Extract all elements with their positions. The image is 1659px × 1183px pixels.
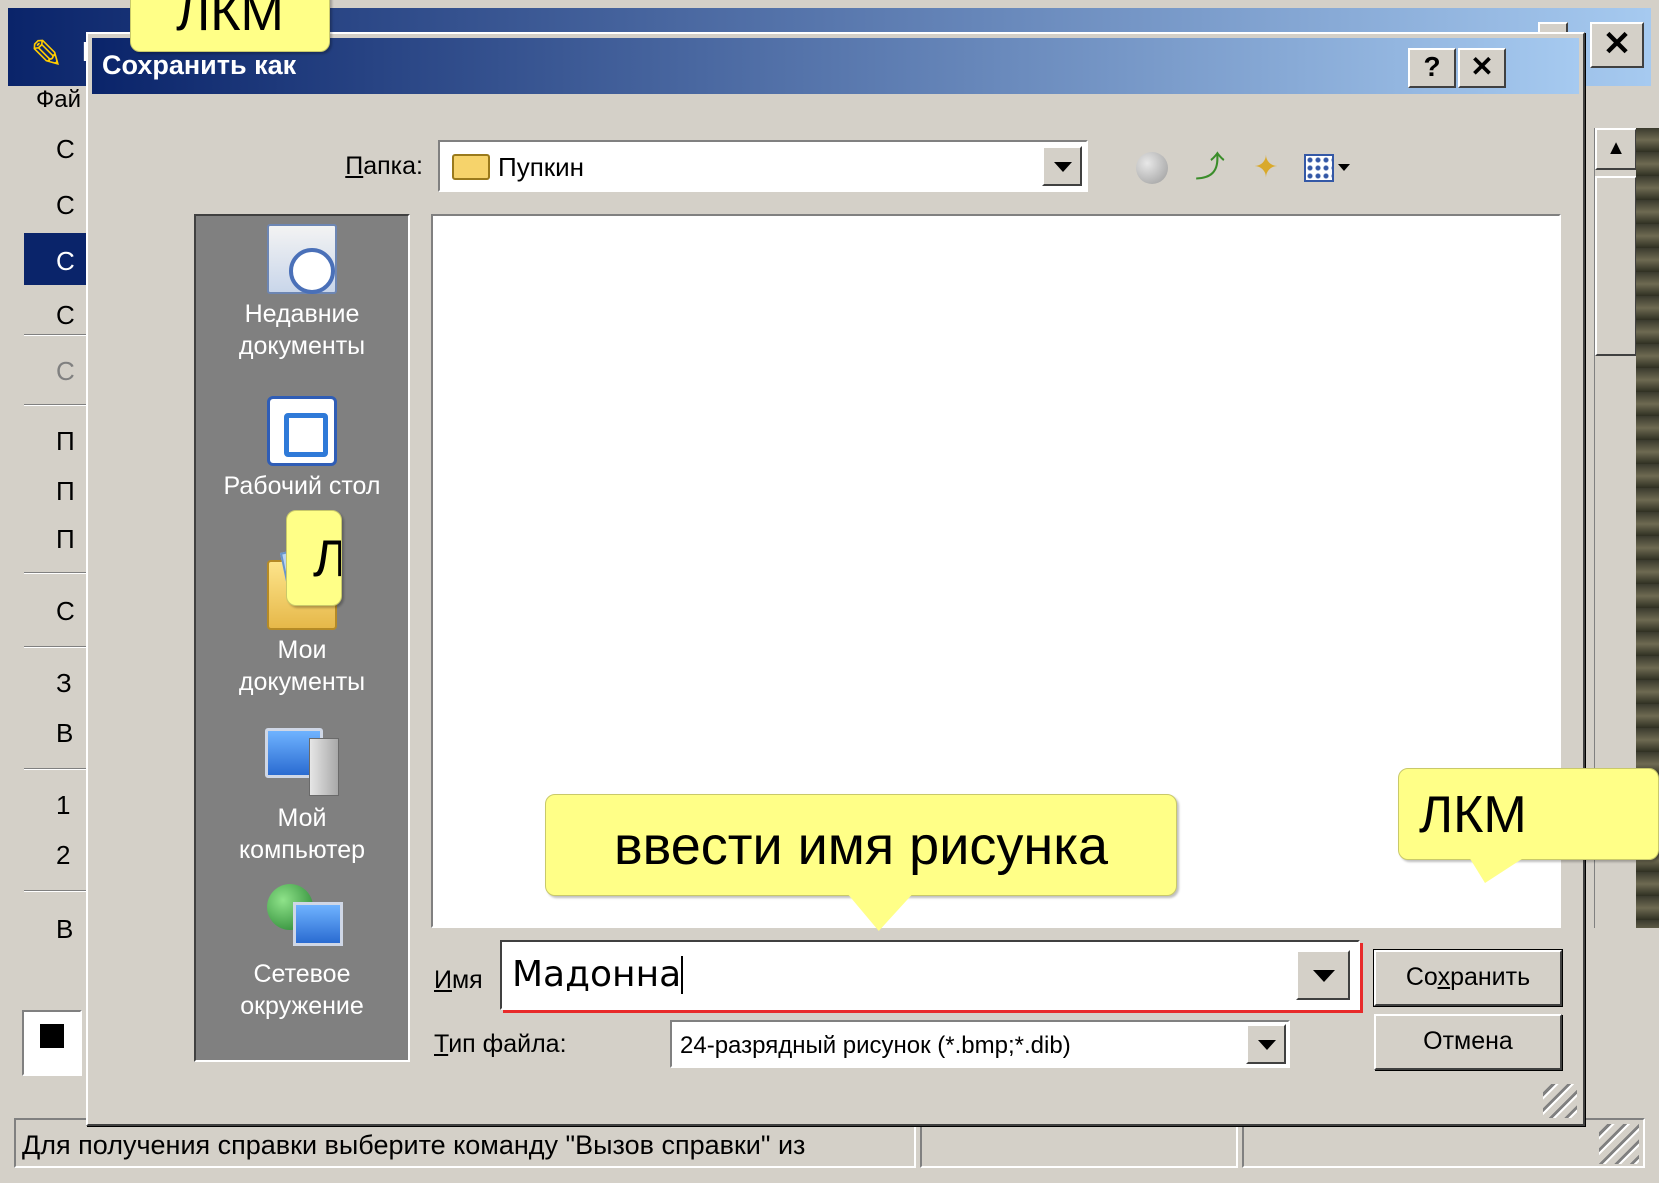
filename-value-wrapper: Мадонна [512,954,684,995]
desktop-icon [267,396,337,466]
callout-lkm-right: ЛКМ [1398,768,1659,883]
chevron-down-icon[interactable] [1246,1024,1286,1064]
folder-label-rest: апка: [363,152,423,180]
filename-label-rest: мя [451,966,483,994]
up-folder-icon: ⤴ [1195,151,1225,184]
file-menu-item[interactable]: В [56,718,73,749]
menu-separator [24,404,94,406]
folder-label-accel: П [345,152,364,180]
file-menu-item[interactable]: С [56,246,75,277]
filename-value: Мадонна [512,954,682,995]
filename-label-accel: И [434,966,452,994]
file-menu-item[interactable]: П [56,426,75,457]
filename-input[interactable]: Мадонна [500,940,1360,1010]
back-icon [1136,152,1168,184]
place-label: Сетевое окружение [240,960,364,1020]
place-desktop[interactable]: Рабочий стол [196,396,408,502]
file-menu-item[interactable]: С [56,190,75,221]
filename-label: Имя [434,966,483,995]
new-folder-button[interactable]: ✦ [1242,144,1290,192]
up-folder-button[interactable]: ⤴ [1186,144,1234,192]
folder-value: Пупкин [498,152,585,182]
filetype-value: 24-разрядный рисунок (*.bmp;*.dib) [680,1032,1071,1059]
scroll-up-button[interactable]: ▲ [1595,128,1637,170]
file-menu-item[interactable]: С [56,300,75,331]
back-button[interactable] [1128,144,1176,192]
save-label-a: Со [1405,963,1438,991]
scroll-thumb[interactable] [1595,176,1637,356]
menu-separator [24,334,94,336]
dialog-title: Сохранить как [102,50,297,80]
close-button[interactable]: ✕ [1458,48,1506,88]
callout-lkm-top: ЛКМ [130,0,330,52]
callout-lkm-left: Л [286,510,342,606]
filetype-select[interactable]: 24-разрядный рисунок (*.bmp;*.dib) [670,1020,1290,1068]
views-menu-icon [1304,154,1334,182]
places-bar: Недавние документы Рабочий стол Мои доку… [194,214,410,1062]
text-caret [681,956,684,994]
place-my-computer[interactable]: Мой компьютер [196,728,408,866]
help-button[interactable]: ? [1408,48,1456,88]
callout-text: ЛКМ [176,0,284,42]
callout-text: Л [313,530,341,588]
cancel-button[interactable]: Отмена [1374,1014,1562,1070]
folder-select[interactable]: Пупкин [438,140,1088,192]
callout-text: ЛКМ [1419,786,1527,844]
save-label-b: ранить [1450,963,1531,991]
folder-icon [452,154,490,180]
menu-separator [24,768,94,770]
place-label: Недавние документы [238,300,366,360]
file-menu-item[interactable]: З [56,668,72,699]
foreground-color[interactable] [38,1022,66,1050]
chevron-down-icon [1338,164,1350,171]
file-menu-item[interactable]: П [56,476,75,507]
menu-separator [24,646,94,648]
file-menu-item[interactable]: С [56,356,75,387]
filetype-label-rest: ип файла: [448,1030,567,1058]
new-folder-icon: ✦ [1253,151,1279,184]
save-label-accel: х [1437,963,1451,991]
file-menu-item[interactable]: П [56,524,75,555]
save-button[interactable]: Сохранить [1373,949,1563,1007]
place-network[interactable]: Сетевое окружение [196,884,408,1022]
menu-file[interactable]: Фай [36,86,81,113]
place-label: Мои документы [238,636,366,696]
folder-label: Папка: [233,152,423,181]
chevron-down-icon[interactable] [1296,950,1350,1000]
menu-separator [24,890,94,892]
status-text: Для получения справки выберите команду "… [22,1130,806,1160]
file-menu-item[interactable]: 1 [56,790,70,821]
menu-separator [24,572,94,574]
chevron-down-icon[interactable] [1042,146,1082,186]
network-icon [267,884,343,954]
paint-close-button[interactable]: ✕ [1590,22,1644,68]
views-menu-button[interactable] [1300,144,1360,192]
place-recent[interactable]: Недавние документы [196,224,408,362]
place-label: Рабочий стол [223,472,381,500]
file-menu-item[interactable]: 2 [56,840,70,871]
resize-grip-icon[interactable] [1599,1124,1639,1164]
file-menu-item[interactable]: С [56,134,75,165]
filetype-label-accel: Т [434,1030,449,1058]
my-computer-icon [265,728,339,798]
paint-app-icon: ✎ [30,33,64,77]
callout-enter-name: ввести имя рисунка [545,794,1177,931]
resize-grip-icon[interactable] [1543,1084,1577,1118]
place-label: Мой компьютер [238,804,366,864]
callout-tail [1469,857,1525,883]
file-menu-item[interactable]: В [56,914,73,945]
color-swatch[interactable] [22,1010,82,1076]
filetype-label: Тип файла: [434,1030,567,1059]
recent-documents-icon [267,224,337,294]
callout-text: ввести имя рисунка [613,816,1109,876]
file-menu-item[interactable]: С [56,596,75,627]
